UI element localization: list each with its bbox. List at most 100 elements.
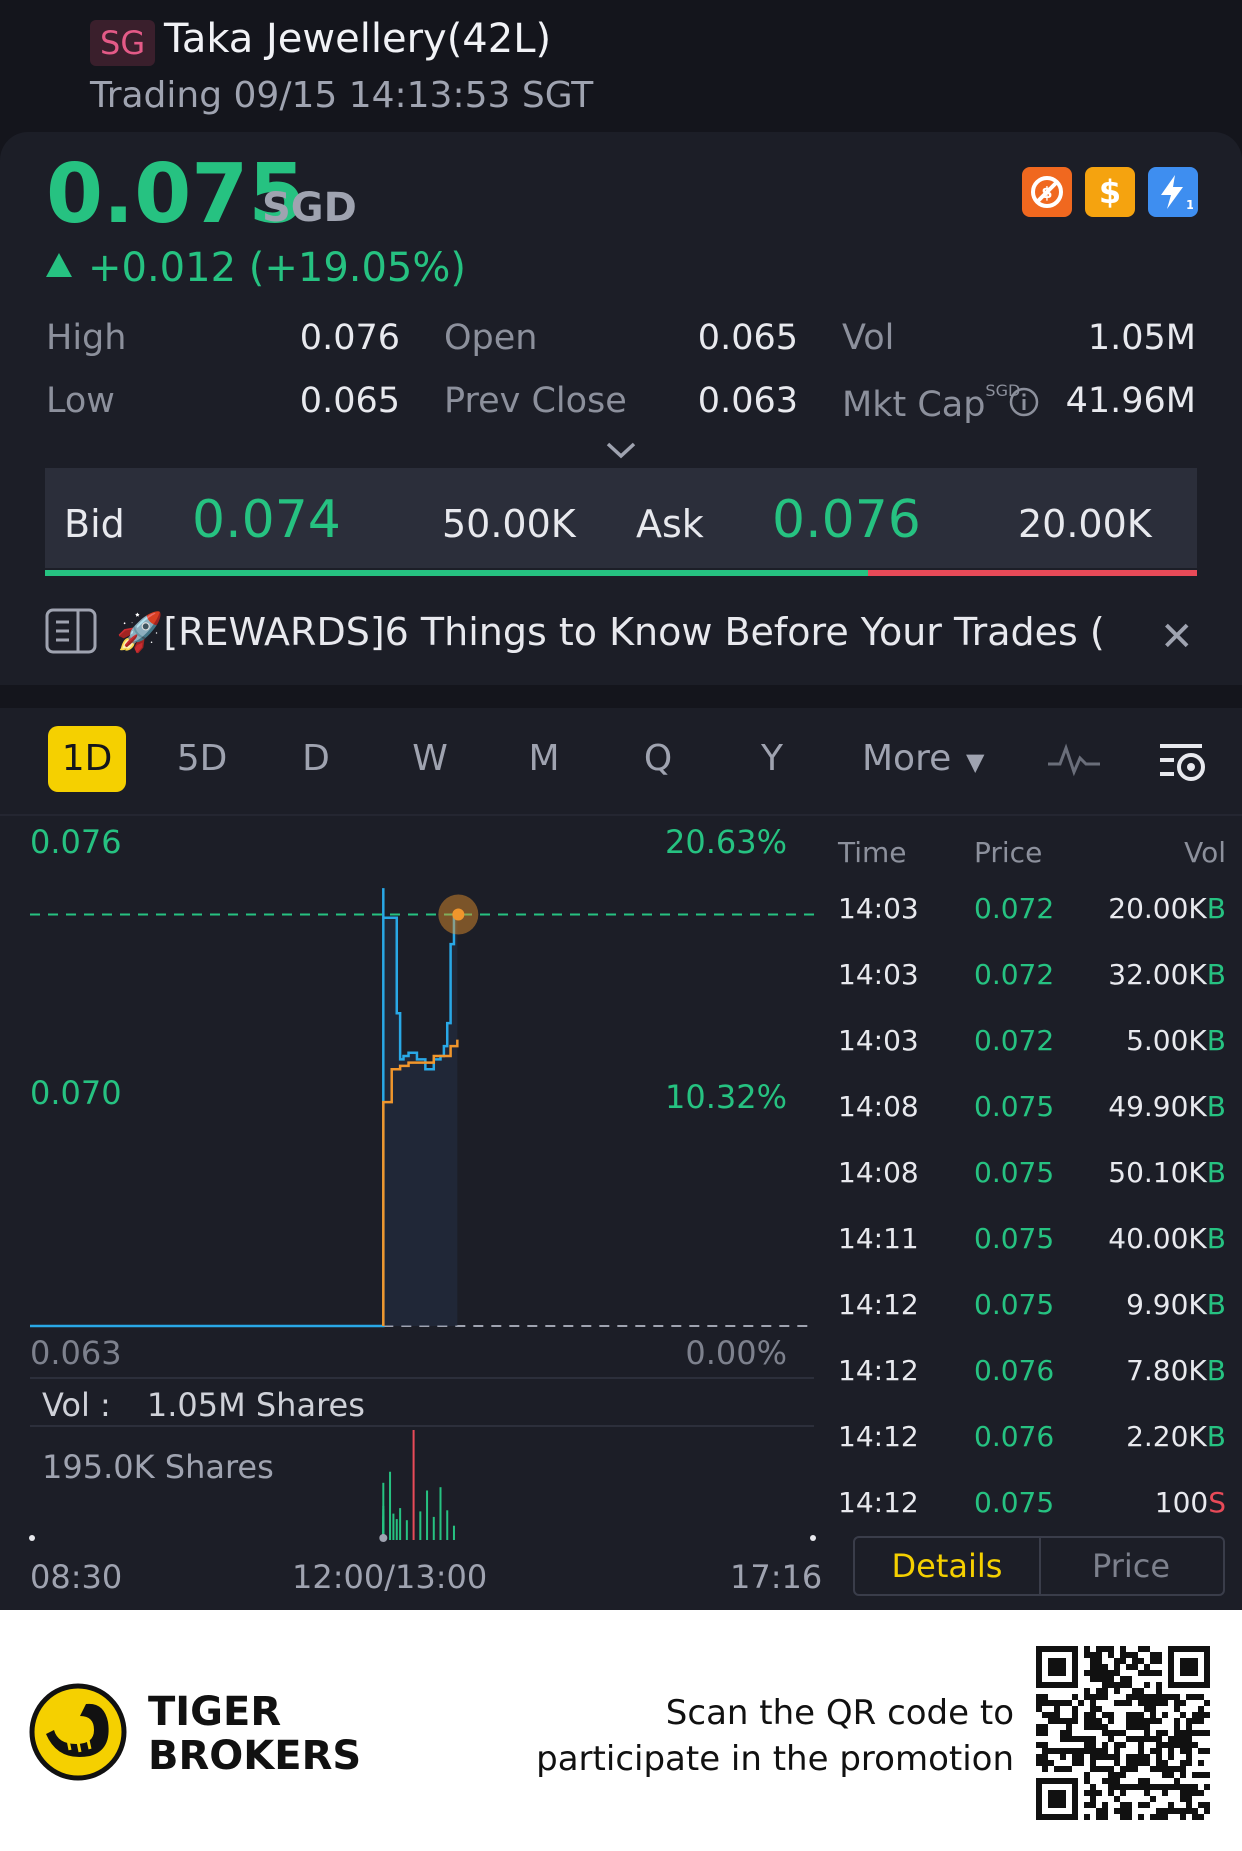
price-change-value: +0.012 (+19.05%) [88,245,466,291]
qr-module [1090,1652,1096,1658]
qr-module [1126,1760,1132,1766]
tab-1d[interactable]: 1D [48,726,126,792]
qr-module [1150,1700,1156,1706]
chart-settings-icon[interactable] [1158,740,1208,784]
qr-module [1042,1724,1048,1730]
qr-module [1054,1706,1060,1712]
qr-module [1156,1754,1162,1760]
tab-more[interactable]: More [862,726,972,792]
tab-q[interactable]: Q [610,726,706,792]
qr-module [1108,1718,1114,1724]
qr-module [1144,1700,1150,1706]
qr-module [1108,1772,1114,1778]
trade-volume-value: 20.00K [1108,892,1207,925]
qr-module [1174,1808,1180,1814]
trade-volume-value: 40.00K [1108,1222,1207,1255]
qr-module [1060,1736,1066,1742]
dollar-icon[interactable]: $ [1085,167,1135,217]
qr-module [1036,1700,1042,1706]
qr-module [1072,1736,1078,1742]
qr-module [1138,1646,1144,1652]
trade-volume: 9.90KB [1126,1288,1226,1321]
qr-module [1138,1718,1144,1724]
qr-module [1096,1748,1102,1754]
chevron-down-icon[interactable] [604,434,638,468]
qr-module [1204,1700,1210,1706]
qr-module [1198,1694,1204,1700]
qr-module [1138,1748,1144,1754]
qr-module [1192,1742,1198,1748]
qr-module [1114,1778,1120,1784]
indicator-icon[interactable] [1046,740,1102,780]
qr-module [1168,1766,1174,1772]
trade-volume: 40.00KB [1108,1222,1226,1255]
tab-w[interactable]: W [382,726,478,792]
qr-module [1174,1694,1180,1700]
open-label: Open [444,318,538,358]
qr-module [1108,1754,1114,1760]
qr-module [1156,1700,1162,1706]
qr-module [1198,1706,1204,1712]
qr-module [1120,1682,1126,1688]
bid-price: 0.074 [192,490,341,550]
trade-price: 0.072 [974,1024,1055,1057]
qr-module [1072,1718,1078,1724]
qr-module [1036,1754,1042,1760]
lightning-icon[interactable]: 1 [1148,167,1198,217]
tab-5d[interactable]: 5D [154,726,250,792]
trades-header-price: Price [974,836,1043,869]
qr-module [1150,1766,1156,1772]
qr-module [1198,1730,1204,1736]
price-tab[interactable]: Price [1039,1536,1225,1596]
qr-module [1198,1760,1204,1766]
qr-module [1072,1760,1078,1766]
tiger-logo-icon [28,1682,128,1782]
qr-module [1126,1736,1132,1742]
qr-module [1126,1694,1132,1700]
tab-y[interactable]: Y [724,726,820,792]
vol-value: 1.05M [1087,318,1196,358]
qr-module [1108,1736,1114,1742]
bid-ratio-bar [45,570,868,576]
qr-module [1138,1670,1144,1676]
price-currency: SGD [262,185,357,231]
qr-module [1168,1694,1174,1700]
qr-module [1036,1694,1042,1700]
qr-module [1090,1676,1096,1682]
qr-module [1066,1718,1072,1724]
qr-module [1174,1742,1180,1748]
time-start: 08:30 [30,1558,123,1596]
qr-module [1138,1814,1144,1820]
qr-module [1156,1730,1162,1736]
news-headline[interactable]: 🚀[REWARDS]6 Things to Know Before Your T… [116,610,1106,655]
qr-module [1114,1808,1120,1814]
qr-finder [1180,1658,1198,1676]
trade-side-flag: B [1206,1288,1226,1321]
qr-module [1204,1808,1210,1814]
tab-d[interactable]: D [268,726,364,792]
qr-module [1198,1814,1204,1820]
qr-module [1180,1784,1186,1790]
qr-module [1132,1664,1138,1670]
qr-module [1108,1670,1114,1676]
close-icon[interactable]: ✕ [1160,614,1194,660]
no-margin-icon[interactable]: $ [1022,167,1072,217]
qr-module [1180,1742,1186,1748]
details-tab[interactable]: Details [853,1536,1041,1596]
qr-module [1162,1700,1168,1706]
caret-down-icon[interactable]: ▼ [966,748,984,776]
qr-module [1114,1796,1120,1802]
qr-module [1180,1736,1186,1742]
qr-module [1132,1718,1138,1724]
qr-module [1192,1694,1198,1700]
qr-module [1192,1790,1198,1796]
qr-module [1102,1712,1108,1718]
qr-module [1162,1742,1168,1748]
qr-module [1192,1814,1198,1820]
qr-module [1204,1802,1210,1808]
high-value: 0.076 [299,318,400,358]
tab-m[interactable]: M [496,726,592,792]
ask-price: 0.076 [772,490,921,550]
trade-volume-value: 2.20K [1126,1420,1207,1453]
qr-module [1156,1760,1162,1766]
